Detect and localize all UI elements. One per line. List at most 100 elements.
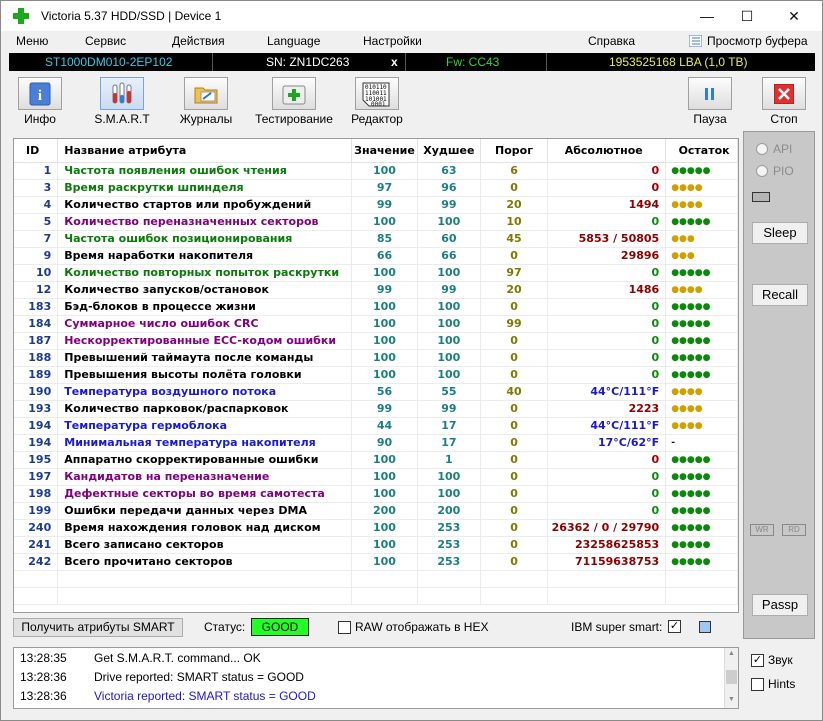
table-row[interactable]: 241 Всего записано секторов 100 253 0 2325862… (14, 536, 738, 554)
header-name[interactable]: Название атрибута (57, 139, 353, 163)
buffer-view-button[interactable]: Просмотр буфера (689, 34, 808, 48)
table-row[interactable]: 1 Частота появления ошибок чтения 100 63 6 0 ●… (14, 162, 738, 180)
table-row[interactable]: 189 Превышения высоты полёта головки 100 10… (14, 366, 738, 384)
pio-radio[interactable]: PIO (756, 164, 794, 178)
attr-threshold: 0 (480, 179, 549, 197)
header-worst[interactable]: Худшее (417, 139, 481, 163)
recall-button[interactable]: Recall (752, 284, 808, 306)
scroll-down-icon[interactable]: ▼ (728, 696, 735, 703)
drive-serial: SN: ZN1DC263 (266, 55, 350, 69)
passp-button[interactable]: Passp (752, 594, 808, 616)
smart-attributes-table[interactable]: ID Название атрибута Значение Худшее Пор… (13, 138, 739, 613)
header-id[interactable]: ID (14, 139, 59, 163)
rd-indicator: RD (782, 524, 806, 536)
table-row[interactable]: 12 Количество запусков/остановок 99 99 20 148… (14, 281, 738, 299)
title-bar[interactable]: Victoria 5.37 HDD/SSD | Device 1 — ☐ ✕ (1, 1, 822, 31)
table-row[interactable]: 183 Бэд-блоков в процессе жизни 100 100 0 0 ●●… (14, 298, 738, 316)
attr-worst: 96 (417, 179, 481, 197)
clear-device-button[interactable]: x (391, 55, 398, 69)
menu-help[interactable]: Справка (588, 34, 635, 48)
attr-threshold: 0 (480, 417, 549, 435)
api-radio[interactable]: API (756, 142, 792, 156)
smart-controls: Получить атрибуты SMART Статус: GOOD RAW… (13, 617, 739, 639)
log-scrollbar[interactable]: ▲ ▼ (724, 648, 738, 708)
table-row[interactable]: 9 Время наработки накопителя 66 66 0 29896 ●●● (14, 247, 738, 265)
table-row[interactable]: 195 Аппаратно скорректированные ошибки 100… (14, 451, 738, 469)
color-swatch[interactable] (699, 621, 711, 633)
journals-button[interactable]: Журналы (169, 75, 243, 129)
attr-raw: 0 (547, 213, 667, 231)
raw-hex-checkbox[interactable]: RAW отображать в HEX (338, 620, 488, 634)
attr-name: Кандидатов на переназначение (57, 468, 353, 486)
menu-language[interactable]: Language (267, 34, 320, 48)
menu-settings[interactable]: Настройки (363, 34, 422, 48)
table-row[interactable]: 242 Всего прочитано секторов 100 253 0 711596… (14, 553, 738, 571)
ibm-super-smart-checkbox[interactable]: ✓ (668, 620, 681, 633)
attr-remain: - (665, 434, 738, 452)
table-row[interactable]: 193 Количество парковок/распарковок 99 99 0 2… (14, 400, 738, 418)
table-row[interactable]: 7 Частота ошибок позиционирования 85 60 45 58… (14, 230, 738, 248)
attr-name: Температура гермоблока (57, 417, 353, 435)
table-row[interactable]: 3 Время раскрутки шпинделя 97 96 0 0 ●●●● (14, 179, 738, 197)
testing-button[interactable]: Тестирование (254, 75, 334, 129)
attr-name: Количество парковок/распарковок (57, 400, 353, 418)
stop-button[interactable]: Стоп (747, 75, 821, 129)
pause-button[interactable]: Пауза (673, 75, 747, 129)
table-row[interactable]: 240 Время нахождения головок над диском 10… (14, 519, 738, 537)
table-row[interactable]: 4 Количество стартов или пробуждений 99 99 2… (14, 196, 738, 214)
attr-id: 187 (14, 332, 59, 350)
attr-name: Температура воздушного потока (57, 383, 353, 401)
attr-id: 198 (14, 485, 59, 503)
log-text: Victoria reported: SMART status = GOOD (94, 689, 316, 703)
header-threshold[interactable]: Порог (480, 139, 549, 163)
attr-threshold: 0 (480, 366, 549, 384)
header-remain[interactable]: Остаток (665, 139, 738, 163)
sleep-button[interactable]: Sleep (752, 222, 808, 244)
sound-checkbox[interactable]: ✓ Звук (751, 653, 793, 667)
scroll-up-icon[interactable]: ▲ (728, 650, 735, 657)
raw-hex-label: RAW отображать в HEX (355, 620, 489, 634)
attr-value: 97 (351, 179, 418, 197)
empty-row (14, 570, 738, 588)
table-row[interactable]: 194 Температура гермоблока 44 17 0 44°C/111°F… (14, 417, 738, 435)
editor-button[interactable]: 010110 110011 101001 0001 Редактор (340, 75, 414, 129)
menu-main[interactable]: Меню (16, 34, 48, 48)
table-row[interactable]: 188 Превышений таймаута после команды 100 1… (14, 349, 738, 367)
scroll-thumb[interactable] (726, 670, 737, 684)
attr-worst: 100 (417, 315, 481, 333)
menu-service[interactable]: Сервис (85, 34, 126, 48)
attr-raw: 29896 (547, 247, 667, 265)
attr-name: Количество запусков/остановок (57, 281, 353, 299)
attr-worst: 100 (417, 366, 481, 384)
header-raw[interactable]: Абсолютное (547, 139, 667, 163)
table-row[interactable]: 184 Суммарное число ошибок CRC 100 100 99 0 ●●… (14, 315, 738, 333)
attr-name: Количество переназначенных секторов (57, 213, 353, 231)
table-row[interactable]: 187 Нескорректированные ECC-кодом ошибки 1… (14, 332, 738, 350)
table-row[interactable]: 199 Ошибки передачи данных через DMA 200 20… (14, 502, 738, 520)
attr-id: 12 (14, 281, 59, 299)
smart-button[interactable]: S.M.A.R.T (85, 75, 159, 129)
header-value[interactable]: Значение (351, 139, 418, 163)
table-row[interactable]: 194 Минимальная температура накопителя 90 1… (14, 434, 738, 452)
maximize-button[interactable]: ☐ (724, 1, 770, 31)
event-log[interactable]: 13:28:35 Get S.M.A.R.T. command... OK 13:… (13, 647, 739, 709)
table-row[interactable]: 190 Температура воздушного потока 56 55 40 44… (14, 383, 738, 401)
info-label: Инфо (24, 112, 56, 126)
attr-id: 242 (14, 553, 59, 571)
close-button[interactable]: ✕ (771, 1, 817, 31)
toolbar: i Инфо S.M.A.R.T Журналы Тестирование 01… (9, 73, 815, 130)
table-header-row: ID Название атрибута Значение Худшее Пор… (14, 139, 738, 163)
table-row[interactable]: 5 Количество переназначенных секторов 100 1… (14, 213, 738, 231)
menu-actions[interactable]: Действия (172, 34, 225, 48)
hints-checkbox[interactable]: Hints (751, 677, 795, 691)
svg-text:i: i (38, 88, 42, 104)
attr-remain: ●●●●● (665, 519, 738, 537)
get-smart-button[interactable]: Получить атрибуты SMART (13, 618, 183, 637)
attr-threshold: 20 (480, 281, 549, 299)
stop-label: Стоп (770, 112, 798, 126)
table-row[interactable]: 197 Кандидатов на переназначение 100 100 0 0 ●… (14, 468, 738, 486)
info-button[interactable]: i Инфо (3, 75, 77, 129)
attr-value: 100 (351, 366, 418, 384)
table-row[interactable]: 198 Дефектные секторы во время самотеста 1… (14, 485, 738, 503)
table-row[interactable]: 10 Количество повторных попыток раскрутки… (14, 264, 738, 282)
